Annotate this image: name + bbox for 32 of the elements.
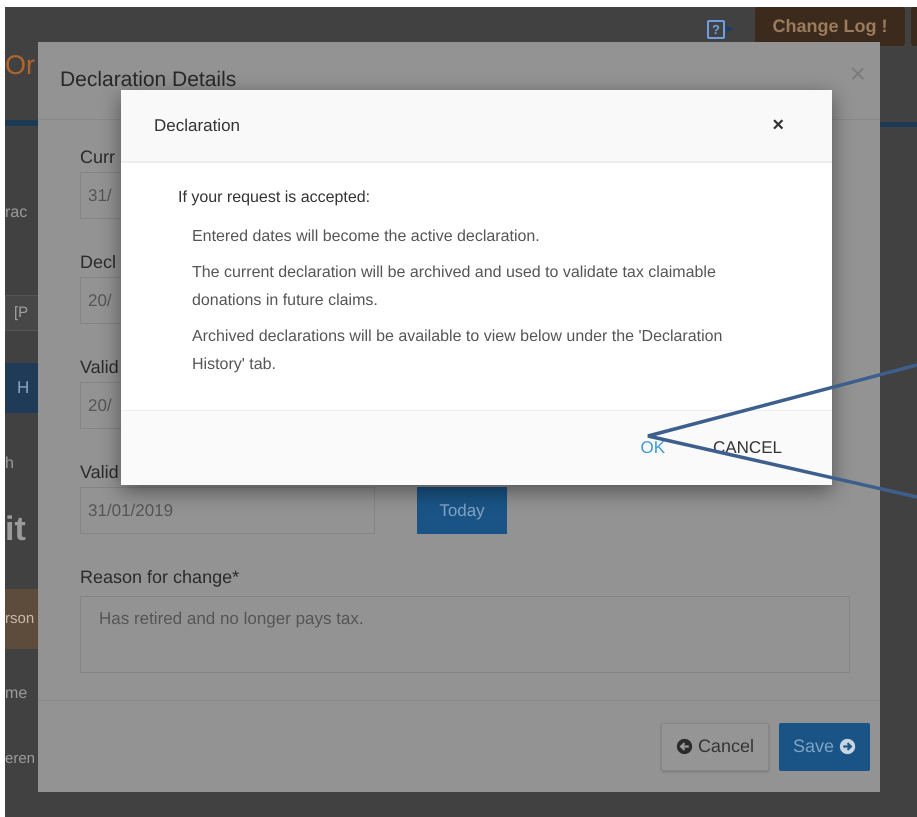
field-label: Valid: [80, 461, 119, 484]
page-text: rac: [5, 203, 28, 223]
tab[interactable]: H: [5, 363, 38, 413]
page-heading: it: [5, 509, 26, 550]
close-button[interactable]: ×: [772, 114, 784, 137]
dialog-text: Archived declarations will be available to view below under the 'Declaration History' tab.: [192, 327, 724, 375]
field-label: Valid: [80, 356, 119, 379]
cancel-button[interactable]: Cancel: [660, 722, 769, 770]
dialog-text: If your request is accepted:: [178, 189, 372, 207]
dialog-text: The current declaration will be archived and used to validate tax claimable donations in future claims.: [192, 263, 717, 311]
field-label: Reason for change*: [80, 566, 240, 589]
save-button[interactable]: Save: [778, 722, 870, 770]
date-field[interactable]: 31/01/2019: [80, 487, 375, 534]
banner-text: rson: [5, 589, 38, 649]
input-field[interactable]: [P: [5, 295, 39, 331]
reason-field[interactable]: Has retired and no longer pays tax.: [80, 596, 850, 673]
ok-button[interactable]: OK: [628, 432, 678, 464]
field-label: Decl: [80, 251, 116, 274]
field-label: Curr: [80, 146, 115, 169]
page-text: me: [5, 684, 28, 704]
arrow-right-icon: [839, 738, 856, 755]
app-logo: Or: [5, 49, 35, 82]
today-button[interactable]: Today: [417, 487, 507, 534]
change-log-button[interactable]: Change Log !: [755, 7, 905, 46]
page-text: h: [5, 454, 14, 474]
dialog-text: Entered dates will become the active declaration.: [192, 227, 541, 247]
dialog-title: Declaration: [154, 116, 240, 136]
modal-title: Declaration Details: [60, 68, 236, 92]
accent-bar: [5, 120, 38, 126]
page-text: eren: [5, 749, 36, 769]
arrow-left-icon: [676, 738, 693, 755]
accent-bar: [880, 122, 917, 127]
